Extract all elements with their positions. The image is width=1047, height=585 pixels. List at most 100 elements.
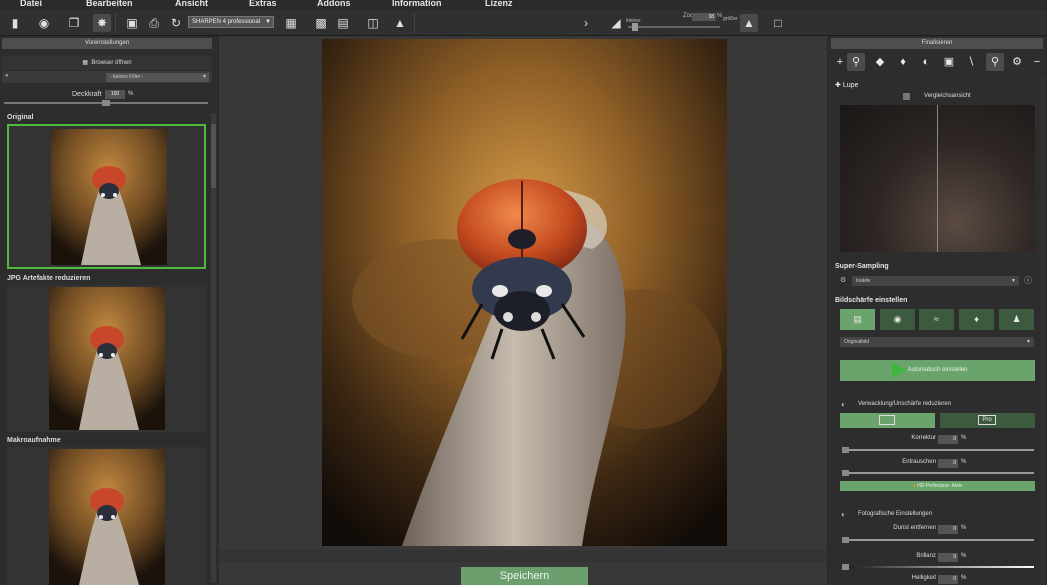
brillanz-slider[interactable] xyxy=(848,566,1034,568)
save-button[interactable]: Speichern xyxy=(461,567,588,585)
info-icon[interactable]: ⓘ xyxy=(1024,275,1032,286)
chevron-down-icon: ▼ xyxy=(1011,278,1016,284)
hd-status-icon: ● xyxy=(912,483,916,489)
preset-thumbnail xyxy=(49,287,165,430)
super-sampling-select[interactable]: Inaktiv ▼ xyxy=(852,276,1019,286)
camera-icon[interactable]: ◉ xyxy=(35,14,53,32)
gear-icon[interactable]: ⚙ xyxy=(1008,53,1026,71)
opacity-slider-knob[interactable] xyxy=(102,100,110,106)
korrektur-slider-knob[interactable] xyxy=(842,447,849,453)
fit-icon[interactable]: ▲ xyxy=(740,14,758,32)
gem-icon[interactable]: ♦ xyxy=(894,53,912,71)
dunst-input[interactable]: 0 xyxy=(938,525,958,534)
sharpness-select[interactable]: Originalbild ▼ xyxy=(840,337,1034,347)
sharpness-mode-gem[interactable]: ♦ xyxy=(959,309,994,330)
dunst-slider-knob[interactable] xyxy=(842,537,849,543)
entrauschen-label: Entrauschen xyxy=(902,459,936,465)
browser-open-button[interactable]: ▦ Browser öffnen xyxy=(2,56,212,70)
magnifier-icon[interactable]: ⚲ xyxy=(986,53,1004,71)
helligkeit-input[interactable]: 0 xyxy=(938,575,958,584)
entrauschen-slider-knob[interactable] xyxy=(842,470,849,476)
volume-icon[interactable]: ◢ xyxy=(607,14,625,32)
menu-extras[interactable]: Extras xyxy=(249,0,277,8)
split-view-icon[interactable]: ◫ xyxy=(364,14,382,32)
compare-icon[interactable]: ▤ xyxy=(334,14,352,32)
save-icon[interactable]: ▣ xyxy=(123,14,141,32)
brillanz-slider-knob[interactable] xyxy=(842,564,849,570)
auto-adjust-icon xyxy=(892,362,906,378)
hd-perfecteur-status[interactable]: ● HD-Perfecteur: Aktiv xyxy=(840,481,1035,491)
batch-icon[interactable]: ❐ xyxy=(65,14,83,32)
menu-bar: Datei Bearbeiten Ansicht Extras Addons I… xyxy=(0,0,1047,10)
filter-select-value: - keinen Filter - xyxy=(110,74,144,80)
sharpness-mode-wave[interactable]: ≈ xyxy=(919,309,954,330)
finalize-panel-title: Finalisieren xyxy=(831,38,1043,49)
flip-icon[interactable]: › xyxy=(577,14,595,32)
new-file-icon[interactable]: ▮ xyxy=(6,14,24,32)
preset-select-value: SHARPEN 4 professional xyxy=(192,19,261,25)
contrast-icon[interactable]: ◐ xyxy=(917,53,935,71)
preset-tile-jpg[interactable] xyxy=(7,285,206,432)
crop-icon[interactable]: □ xyxy=(769,14,787,32)
zoom-slider-knob[interactable] xyxy=(632,23,638,31)
sharpness-mode-person[interactable]: ♟ xyxy=(999,309,1034,330)
brillanz-input[interactable]: 0 xyxy=(938,553,958,562)
korrektur-label: Korrektur xyxy=(911,435,936,441)
chevron-down-icon: ▼ xyxy=(202,74,207,80)
entrauschen-slider[interactable] xyxy=(848,472,1034,474)
chevron-down-icon: ▼ xyxy=(265,19,271,25)
korrektur-slider[interactable] xyxy=(848,449,1034,451)
zoom-icon[interactable]: ⚲ xyxy=(847,53,865,71)
super-sampling-title: Super-Sampling xyxy=(835,263,889,270)
export-icon[interactable]: ▩ xyxy=(312,14,330,32)
preset-label-makro: Makroaufnahme xyxy=(7,437,61,444)
pro-badge: Pro xyxy=(978,415,996,425)
compare-checkbox[interactable] xyxy=(903,93,910,100)
menu-bearbeiten[interactable]: Bearbeiten xyxy=(86,0,133,8)
opacity-input[interactable]: 100 xyxy=(105,90,125,99)
ladybug-thumbnail-image xyxy=(49,449,165,585)
sharpness-mode-camera[interactable]: ◉ xyxy=(880,309,915,330)
menu-datei[interactable]: Datei xyxy=(20,0,42,8)
super-sampling-icon: ⚙ xyxy=(840,277,847,284)
layout-icon[interactable]: ▦ xyxy=(282,14,300,32)
preset-tile-makro[interactable] xyxy=(7,447,206,585)
zoom-input[interactable]: 38 xyxy=(692,13,716,21)
sharpness-mode-standard[interactable]: ▤ xyxy=(840,309,875,330)
brush-icon[interactable]: ∖ xyxy=(962,53,980,71)
super-sampling-value: Inaktiv xyxy=(856,278,871,284)
histogram-icon[interactable]: ▲ xyxy=(391,14,409,32)
finalize-scrollbar[interactable] xyxy=(1041,78,1045,583)
main-photo[interactable] xyxy=(322,39,727,546)
auto-adjust-button[interactable]: Automatisch einstellen xyxy=(840,360,1035,381)
preset-select[interactable]: SHARPEN 4 professional ▼ xyxy=(188,16,274,28)
preset-tile-original[interactable] xyxy=(7,124,206,269)
lupe-section-title[interactable]: ✚ Lupe xyxy=(835,81,858,89)
minus-icon[interactable]: − xyxy=(1028,53,1046,71)
menu-ansicht[interactable]: Ansicht xyxy=(175,0,208,8)
filter-select[interactable]: - keinen Filter - ▼ xyxy=(106,73,209,82)
sharpness-title: Bildschärfe einstellen xyxy=(835,297,908,304)
menu-information[interactable]: Information xyxy=(392,0,442,8)
zoom-slider[interactable] xyxy=(628,26,720,28)
image-icon[interactable]: ▣ xyxy=(940,53,958,71)
dunst-slider[interactable] xyxy=(848,539,1034,541)
opacity-unit: % xyxy=(128,91,134,97)
korrektur-input[interactable]: 0 xyxy=(938,435,958,444)
menu-addons[interactable]: Addons xyxy=(317,0,351,8)
hd-perfecteur-label: HD-Perfecteur: Aktiv xyxy=(917,483,963,489)
magic-icon[interactable]: ✸ xyxy=(93,14,111,32)
diamond-icon[interactable]: ◆ xyxy=(871,53,889,71)
preset-scrollbar-thumb[interactable] xyxy=(211,124,216,188)
loupe-divider[interactable] xyxy=(937,105,938,252)
redo-icon[interactable]: ↻ xyxy=(167,14,185,32)
opacity-label: Deckkraft xyxy=(72,91,102,98)
print-icon[interactable]: ⎙ xyxy=(145,14,163,32)
toggle-icon[interactable]: ◐ xyxy=(841,400,846,409)
entrauschen-input[interactable]: 0 xyxy=(938,459,958,468)
dunst-label: Dunst entfernen xyxy=(893,525,936,531)
presets-panel-title: Voreinstellungen xyxy=(2,38,212,49)
toggle-icon[interactable]: ◐ xyxy=(841,510,846,519)
filter-search-icon: ● xyxy=(5,73,9,79)
menu-lizenz[interactable]: Lizenz xyxy=(485,0,513,8)
